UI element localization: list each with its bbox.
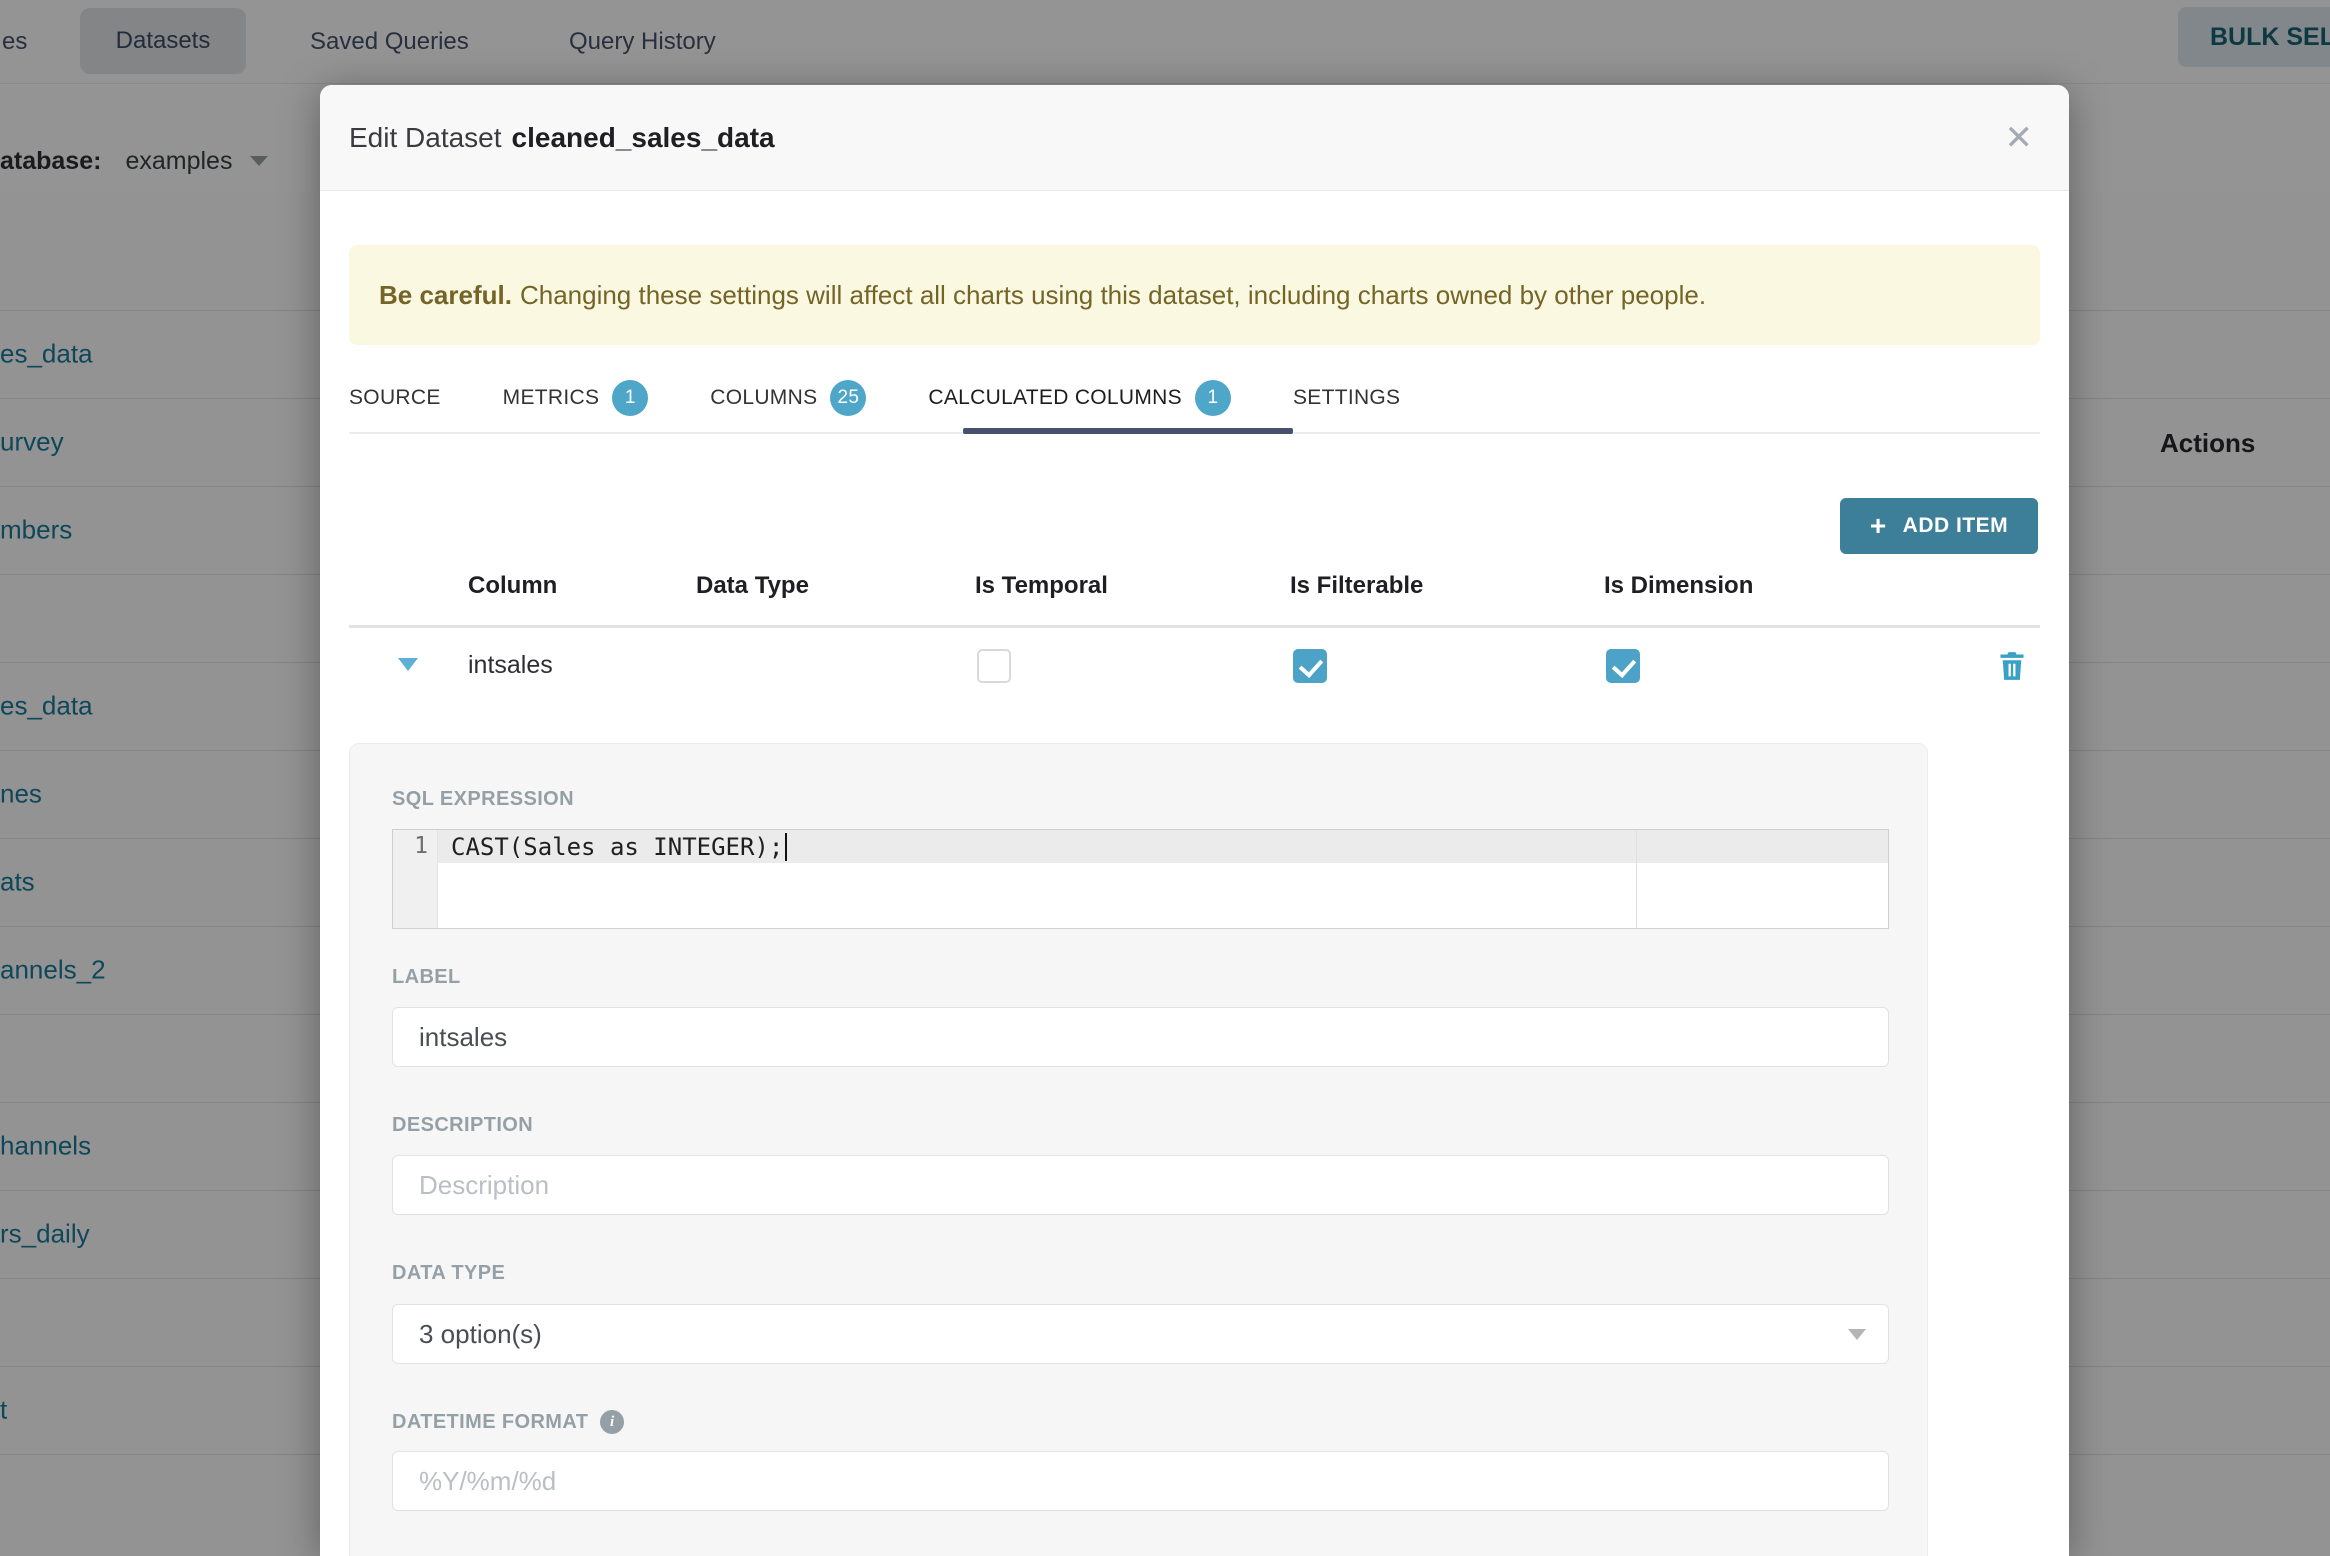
label-field-label: LABEL (392, 966, 461, 988)
warning-banner-text: Changing these settings will affect all … (519, 279, 1707, 310)
is-temporal-checkbox[interactable] (977, 649, 1011, 683)
sql-expression-code[interactable]: CAST(Sales as INTEGER); (451, 830, 788, 863)
is-dimension-checkbox[interactable] (1606, 649, 1640, 683)
modal-header: Edit Dataset cleaned_sales_data ✕ (320, 85, 2069, 191)
metrics-count-badge: 1 (612, 380, 649, 416)
editor-line-number: 1 (414, 833, 428, 859)
edit-dataset-modal: Edit Dataset cleaned_sales_data ✕ Be car… (320, 85, 2069, 1556)
warning-banner: Be careful. Changing these settings will… (349, 245, 2040, 345)
calculated-columns-count-badge: 1 (1194, 380, 1231, 416)
description-input[interactable] (392, 1155, 1889, 1215)
collapse-caret-icon[interactable] (398, 658, 418, 671)
plus-icon: + (1869, 510, 1887, 541)
data-type-field-label: DATA TYPE (392, 1262, 506, 1284)
sql-expression-label: SQL EXPRESSION (392, 788, 574, 810)
tab-source[interactable]: SOURCE (349, 386, 441, 410)
modal-title-dataset-name: cleaned_sales_data (511, 121, 775, 153)
calculated-column-detail-panel: SQL EXPRESSION 1 CAST(Sales as INTEGER);… (349, 743, 1928, 1556)
data-type-select-value: 3 option(s) (419, 1318, 542, 1349)
column-header-is-temporal: Is Temporal (975, 572, 1108, 599)
column-header-column: Column (468, 572, 558, 599)
modal-tabs: SOURCE METRICS 1 COLUMNS 25 CALCULATED C… (349, 370, 1400, 426)
delete-trash-icon[interactable] (1998, 651, 2026, 681)
tab-calculated-columns[interactable]: CALCULATED COLUMNS 1 (928, 380, 1231, 416)
close-icon[interactable]: ✕ (2005, 85, 2034, 190)
tab-metrics[interactable]: METRICS 1 (503, 380, 649, 416)
calculated-column-name: intsales (468, 651, 553, 679)
info-icon[interactable]: i (600, 1410, 625, 1434)
column-header-data-type: Data Type (696, 572, 809, 599)
columns-count-badge: 25 (830, 380, 867, 416)
editor-gutter: 1 (393, 830, 438, 928)
modal-title-prefix: Edit Dataset (349, 121, 502, 153)
datetime-format-input[interactable] (392, 1451, 1889, 1511)
column-header-is-dimension: Is Dimension (1604, 572, 1754, 599)
add-item-button[interactable]: + ADD ITEM (1840, 498, 2038, 554)
description-field-label: DESCRIPTION (392, 1114, 534, 1136)
data-type-select[interactable]: 3 option(s) (392, 1304, 1889, 1364)
table-header-divider (349, 625, 2040, 628)
select-caret-icon (1848, 1328, 1866, 1340)
is-filterable-checkbox[interactable] (1293, 649, 1327, 683)
screen: es Datasets Saved Queries Query History … (0, 0, 2330, 1556)
active-tab-underline (963, 428, 1293, 434)
text-cursor (785, 832, 788, 861)
datetime-format-field-label: DATETIME FORMAT i (392, 1410, 625, 1434)
label-input[interactable] (392, 1007, 1889, 1067)
modal-title: Edit Dataset cleaned_sales_data (349, 85, 775, 190)
warning-banner-bold: Be careful. (379, 279, 512, 310)
editor-print-margin (1636, 830, 1637, 928)
tab-settings[interactable]: SETTINGS (1293, 386, 1400, 410)
tab-columns[interactable]: COLUMNS 25 (710, 380, 867, 416)
column-header-is-filterable: Is Filterable (1290, 572, 1424, 599)
sql-expression-editor[interactable]: 1 CAST(Sales as INTEGER); (392, 829, 1889, 929)
